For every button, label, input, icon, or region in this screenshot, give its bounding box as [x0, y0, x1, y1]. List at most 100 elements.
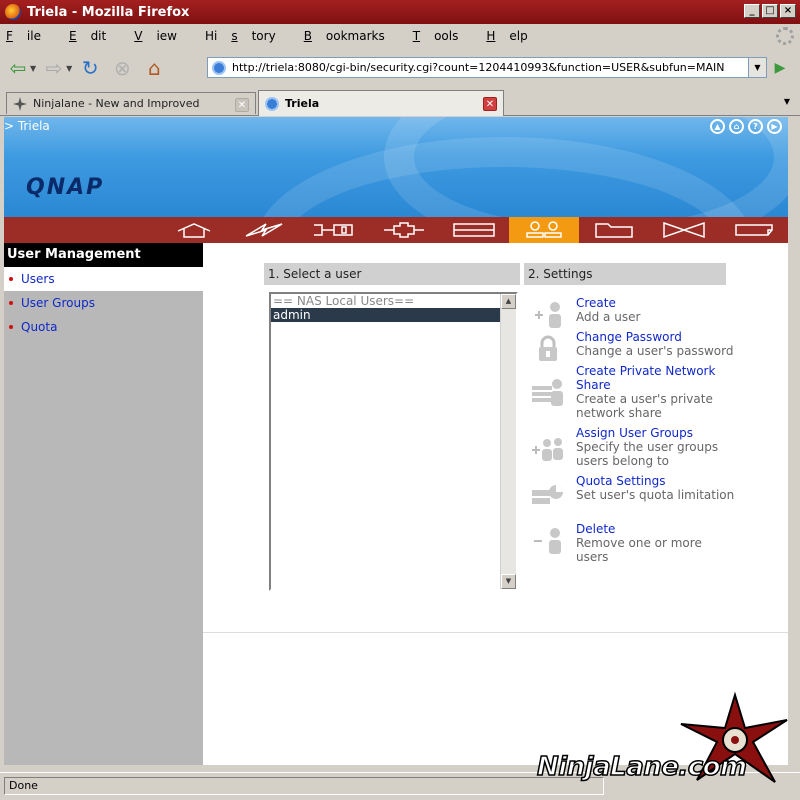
forward-dropdown-icon[interactable]: ▼	[66, 64, 72, 73]
menu-bar: File Edit View Hi s tory Bookmarks Tools H…	[0, 24, 800, 48]
nav-device-config-icon[interactable]	[439, 217, 509, 243]
setting-assign-groups: Assign User Groups Specify the user grou…	[530, 426, 736, 468]
nav-application-icon[interactable]	[649, 217, 719, 243]
menu-view[interactable]: View	[134, 29, 191, 43]
quota-icon	[530, 476, 566, 510]
sidebar-item-users[interactable]: Users	[4, 267, 203, 291]
scroll-down-arrow-icon[interactable]: ▼	[501, 574, 516, 589]
sidebar: User Management Users User Groups Quota	[4, 243, 203, 765]
create-user-link[interactable]: Create	[576, 296, 736, 310]
ninja-star-icon	[13, 96, 27, 111]
up-arrow-icon[interactable]: ▲	[710, 119, 725, 134]
settings-heading: 2. Settings	[524, 263, 726, 285]
delete-user-link[interactable]: Delete	[576, 522, 736, 536]
home-button[interactable]: ⌂	[140, 54, 168, 82]
setting-delete: Delete Remove one or more users	[530, 522, 736, 564]
tab-label: Triela	[285, 97, 320, 110]
setting-create: Create Add a user	[530, 296, 736, 332]
private-share-link[interactable]: Create Private Network Share	[576, 364, 736, 392]
add-user-icon	[530, 298, 566, 332]
main-panel: 1. Select a user 2. Settings == NAS Loca…	[203, 243, 788, 765]
nav-system-tools-icon[interactable]	[719, 217, 788, 243]
content-divider	[203, 632, 788, 633]
tab-list-dropdown[interactable]: ▼	[780, 94, 794, 110]
quota-settings-desc: Set user's quota limitation	[576, 488, 735, 502]
logout-icon[interactable]: ▶	[767, 119, 782, 134]
page-content: > Triela QNAP ▲ ⌂ ? ▶ User Management Us…	[4, 117, 788, 765]
sidebar-item-quota[interactable]: Quota	[4, 315, 203, 339]
list-item-admin[interactable]: admin	[271, 308, 502, 322]
nav-user-management-icon[interactable]	[509, 217, 579, 243]
nav-quick-config-icon[interactable]	[229, 217, 299, 243]
forward-button[interactable]: ⇨	[40, 54, 68, 82]
back-dropdown-icon[interactable]: ▼	[30, 64, 36, 73]
maximize-button[interactable]: □	[762, 4, 778, 18]
tab-label: Ninjalane - New and Improved	[33, 97, 200, 110]
menu-edit[interactable]: Edit	[69, 29, 120, 43]
close-window-button[interactable]: ×	[780, 4, 796, 18]
quota-settings-link[interactable]: Quota Settings	[576, 474, 736, 488]
site-favicon-icon	[212, 60, 226, 75]
function-icon-bar	[4, 217, 788, 243]
go-arrow-icon: ▶	[774, 59, 786, 76]
menu-bookmarks[interactable]: Bookmarks	[304, 29, 399, 43]
ninjalane-watermark: NinjaLane.com	[525, 690, 795, 795]
url-history-dropdown[interactable]: ▼	[749, 57, 767, 78]
tab-bar: Ninjalane - New and Improved ✕ Triela ✕ …	[0, 88, 800, 116]
window-title: Triela - Mozilla Firefox	[27, 4, 190, 20]
lock-icon	[530, 332, 566, 366]
assign-groups-icon	[530, 432, 566, 466]
nav-system-settings-icon[interactable]	[299, 217, 369, 243]
url-text: http://triela:8080/cgi-bin/security.cgi?…	[232, 61, 725, 74]
firefox-icon	[5, 4, 21, 20]
url-bar[interactable]: http://triela:8080/cgi-bin/security.cgi?…	[207, 57, 749, 78]
menu-file[interactable]: File	[6, 29, 55, 43]
delete-user-desc: Remove one or more users	[576, 536, 702, 564]
qnap-logo: QNAP	[26, 175, 105, 200]
tab-triela[interactable]: Triela ✕	[258, 90, 504, 116]
assign-groups-desc: Specify the user groups users belong to	[576, 440, 719, 468]
window-titlebar: Triela - Mozilla Firefox _ □ ×	[0, 0, 800, 24]
delete-user-icon	[530, 524, 566, 558]
reload-icon: ↻	[81, 56, 99, 80]
close-tab-button[interactable]: ✕	[483, 97, 497, 111]
private-share-icon	[530, 376, 566, 410]
breadcrumb: > Triela	[4, 119, 50, 133]
user-listbox[interactable]: == NAS Local Users== admin ▲ ▼	[269, 292, 518, 591]
help-icon[interactable]: ?	[748, 119, 763, 134]
stop-icon: ⊗	[113, 56, 131, 80]
home-icon: ⌂	[147, 56, 161, 80]
setting-quota: Quota Settings Set user's quota limitati…	[530, 474, 736, 510]
change-password-desc: Change a user's password	[576, 344, 734, 358]
listbox-scrollbar[interactable]: ▲ ▼	[500, 294, 516, 589]
go-button[interactable]: ▶	[770, 57, 790, 78]
nav-network-share-icon[interactable]	[579, 217, 649, 243]
sidebar-item-user-groups[interactable]: User Groups	[4, 291, 203, 315]
nav-home-icon[interactable]	[159, 217, 229, 243]
setting-change-password: Change Password Change a user's password	[530, 330, 736, 366]
scroll-up-arrow-icon[interactable]: ▲	[501, 294, 516, 309]
create-user-desc: Add a user	[576, 310, 641, 324]
tab-ninjalane[interactable]: Ninjalane - New and Improved ✕	[6, 92, 256, 114]
menu-help[interactable]: Help	[486, 29, 541, 43]
menu-history[interactable]: Hi s tory	[205, 29, 290, 43]
menu-tools[interactable]: Tools	[413, 29, 473, 43]
change-password-link[interactable]: Change Password	[576, 330, 736, 344]
close-tab-button[interactable]: ✕	[235, 98, 249, 112]
watermark-text: NinjaLane.com	[536, 751, 748, 783]
stop-button[interactable]: ⊗	[108, 54, 136, 82]
home-icon[interactable]: ⌂	[729, 119, 744, 134]
nav-network-icon[interactable]	[369, 217, 439, 243]
setting-private-share: Create Private Network Share Create a us…	[530, 364, 736, 420]
throbber-icon	[776, 27, 794, 45]
site-favicon-icon	[265, 96, 279, 111]
back-button[interactable]: ⇦	[4, 54, 32, 82]
minimize-button[interactable]: _	[744, 4, 760, 18]
status-text: Done	[4, 777, 604, 795]
forward-arrow-icon: ⇨	[45, 56, 63, 80]
assign-groups-link[interactable]: Assign User Groups	[576, 426, 736, 440]
back-arrow-icon: ⇦	[9, 56, 27, 80]
reload-button[interactable]: ↻	[76, 54, 104, 82]
select-user-heading: 1. Select a user	[264, 263, 520, 285]
list-group-header: == NAS Local Users==	[273, 294, 415, 308]
